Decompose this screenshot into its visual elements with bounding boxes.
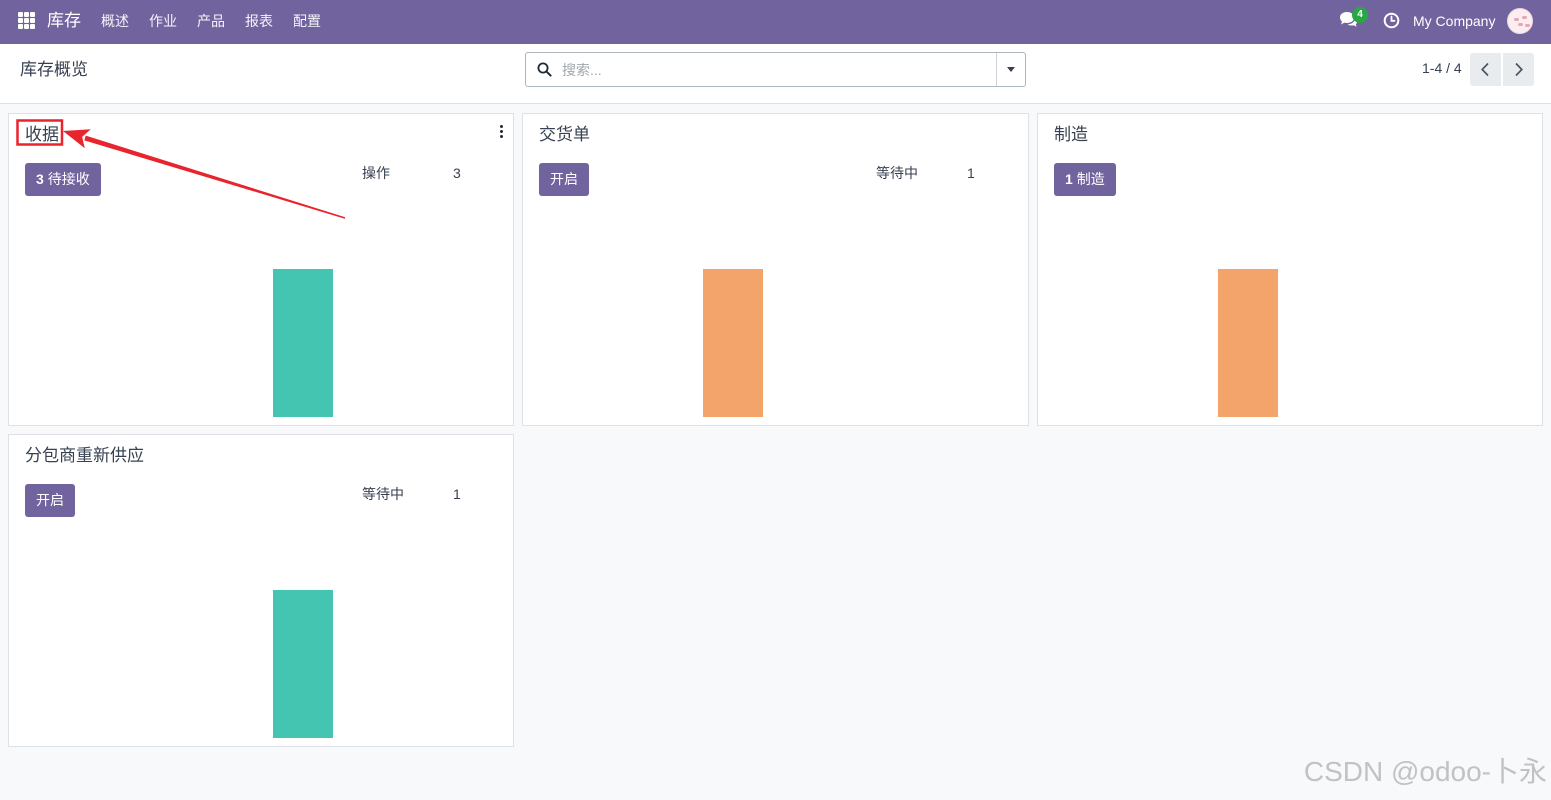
app-name[interactable]: 库存 [47,10,81,32]
stat-value[interactable]: 1 [453,484,461,504]
kanban-grid: 收据 3 待接收 操作 3 交货单 开启 等待中 1 制造 1 制造 分包商重新供应… [8,113,1543,747]
stat-value[interactable]: 3 [453,163,461,183]
button-label: 开启 [36,492,64,508]
card-graph[interactable] [1038,205,1542,417]
kanban-card-receipts: 收据 3 待接收 操作 3 [8,113,514,426]
button-count: 1 [1065,171,1073,187]
menu-item-operations[interactable]: 作业 [139,0,187,44]
graph-bar [1218,268,1278,417]
kanban-card-subcontracting-resupply: 分包商重新供应 开启 等待中 1 [8,434,514,747]
graph-bar [273,268,333,417]
kanban-card-manufacturing: 制造 1 制造 [1037,113,1543,426]
user-avatar[interactable] [1507,8,1533,34]
search-input[interactable] [562,53,992,86]
menu-item-overview[interactable]: 概述 [91,0,139,44]
kanban-card-delivery-orders: 交货单 开启 等待中 1 [522,113,1029,426]
card-action-button[interactable]: 开启 [25,484,75,517]
button-label: 制造 [1076,171,1105,187]
card-title[interactable]: 收据 [25,124,59,146]
breadcrumb: 库存概览 [20,60,88,79]
graph-bar [273,589,333,738]
card-title[interactable]: 制造 [1054,124,1088,146]
company-switcher[interactable]: My Company [1413,11,1495,31]
main-menu: 概述 作业 产品 报表 配置 [91,0,331,44]
stat-label[interactable]: 操作 [362,163,390,183]
stat-label[interactable]: 等待中 [362,484,404,504]
pager-value[interactable]: 1-4 / 4 [1422,58,1462,78]
button-label: 开启 [550,171,578,187]
stat-value[interactable]: 1 [967,163,975,183]
card-action-button[interactable]: 1 制造 [1054,163,1116,196]
caret-down-icon [1007,67,1015,72]
search-options-toggle[interactable] [996,53,1025,86]
card-graph[interactable] [523,205,1028,417]
graph-bar [703,268,764,417]
card-action-button[interactable]: 开启 [539,163,589,196]
pager-next-button[interactable] [1503,53,1534,86]
messages-badge[interactable]: 4 [1352,7,1368,23]
card-graph[interactable] [9,526,513,738]
card-title[interactable]: 交货单 [539,124,590,146]
watermark: CSDN @odoo-卜永 [1303,756,1547,787]
button-count: 3 [36,171,44,187]
menu-item-configuration[interactable]: 配置 [283,0,331,44]
button-label: 待接收 [47,171,90,187]
kebab-menu-icon[interactable] [499,125,503,138]
search-icon [537,62,552,77]
kanban-view: 收据 3 待接收 操作 3 交货单 开启 等待中 1 制造 1 制造 分包商重新供应… [0,104,1551,800]
pager-previous-button[interactable] [1470,53,1501,86]
apps-grid-icon[interactable] [18,12,35,29]
card-title[interactable]: 分包商重新供应 [25,445,144,467]
top-navbar: 库存 概述 作业 产品 报表 配置 4 My Company [0,0,1551,44]
menu-item-products[interactable]: 产品 [187,0,235,44]
stat-label[interactable]: 等待中 [876,163,918,183]
control-panel: 库存概览 1-4 / 4 [0,44,1551,104]
card-graph[interactable] [9,205,513,417]
chevron-right-icon [1515,62,1523,77]
search-bar [525,52,1026,87]
chevron-left-icon [1481,62,1489,77]
clock-icon[interactable] [1383,12,1400,29]
menu-item-reporting[interactable]: 报表 [235,0,283,44]
card-action-button[interactable]: 3 待接收 [25,163,101,196]
